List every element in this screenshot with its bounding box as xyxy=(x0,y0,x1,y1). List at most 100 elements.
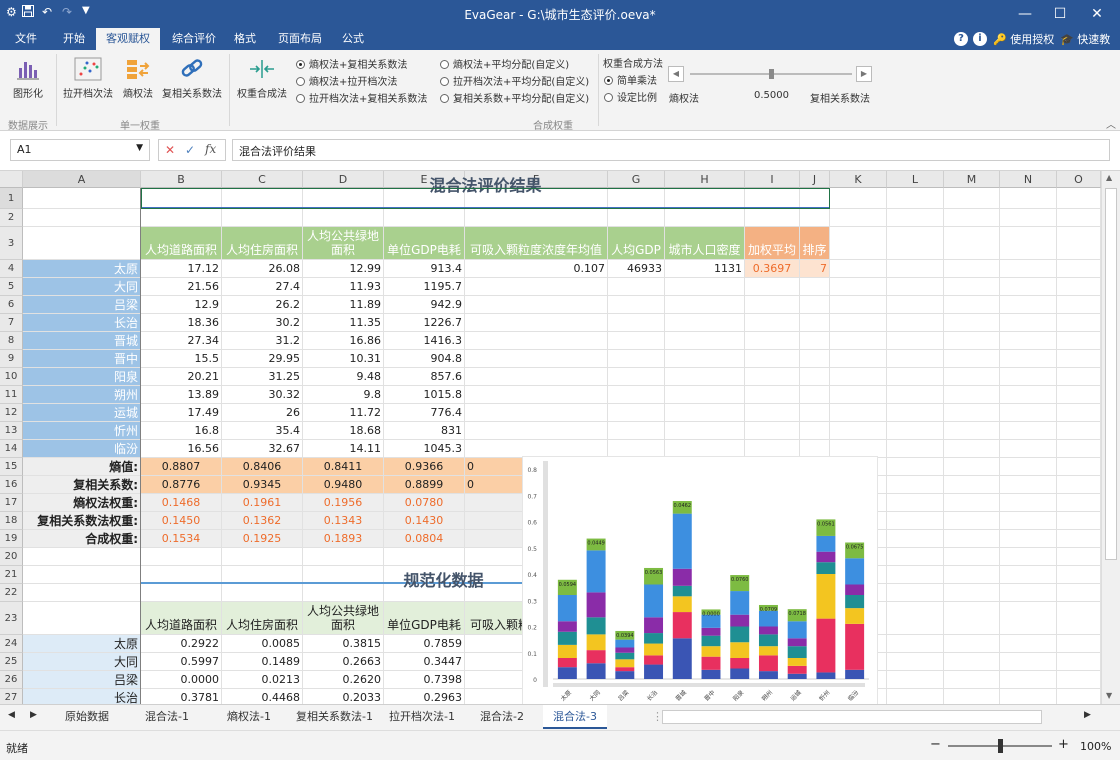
cell[interactable] xyxy=(23,188,141,209)
data-cell[interactable]: 1195.7 xyxy=(384,278,465,296)
slider-thumb[interactable] xyxy=(769,69,774,79)
normalized-value[interactable]: 0.2033 xyxy=(303,689,384,704)
cell[interactable] xyxy=(1000,332,1057,350)
cell[interactable] xyxy=(887,671,944,689)
cell[interactable] xyxy=(745,296,800,314)
stats-label[interactable]: 熵权法权重: xyxy=(23,494,141,512)
sheet-tab-corr-1[interactable]: 复相关系数法-1 xyxy=(286,705,383,729)
cell[interactable] xyxy=(665,296,745,314)
cell[interactable] xyxy=(887,260,944,278)
cell[interactable] xyxy=(745,209,800,227)
tab-formula[interactable]: 公式 xyxy=(332,28,374,50)
cell[interactable] xyxy=(887,689,944,704)
stats-value[interactable]: 0.1961 xyxy=(222,494,303,512)
cell[interactable] xyxy=(23,584,141,602)
cell[interactable] xyxy=(1000,368,1057,386)
cell[interactable] xyxy=(303,209,384,227)
cell[interactable] xyxy=(944,278,1000,296)
cell[interactable] xyxy=(1000,671,1057,689)
cell[interactable] xyxy=(1057,635,1101,653)
data-cell[interactable]: 10.31 xyxy=(303,350,384,368)
cell[interactable] xyxy=(1057,602,1101,635)
cell[interactable] xyxy=(608,332,665,350)
cell[interactable] xyxy=(1057,227,1101,260)
cell[interactable] xyxy=(1057,530,1101,548)
spreadsheet-grid[interactable]: A B C D E F G H I J K L M N O 1 2 3 4 5 6 7 8 9 10 11 12 13 14 15 16 17… xyxy=(0,171,1101,704)
data-cell[interactable]: 11.93 xyxy=(303,278,384,296)
method-set-ratio[interactable]: 设定比例 xyxy=(604,89,657,104)
row-header-7[interactable]: 7 xyxy=(0,314,23,332)
cell[interactable] xyxy=(1057,440,1101,458)
cell[interactable] xyxy=(800,332,830,350)
cancel-icon[interactable]: ✕ xyxy=(165,143,175,157)
prev-sheet-icon[interactable]: ◀ xyxy=(8,710,15,720)
cell[interactable] xyxy=(1057,332,1101,350)
city-name[interactable]: 临汾 xyxy=(23,440,141,458)
data-cell[interactable]: 12.9 xyxy=(141,296,222,314)
row-header-22[interactable]: 22 xyxy=(0,584,23,602)
cell[interactable] xyxy=(1000,386,1057,404)
data-cell[interactable]: 14.11 xyxy=(303,440,384,458)
row-header-17[interactable]: 17 xyxy=(0,494,23,512)
cell[interactable] xyxy=(384,209,465,227)
cell[interactable] xyxy=(887,635,944,653)
cell[interactable] xyxy=(1057,209,1101,227)
cell[interactable] xyxy=(887,332,944,350)
cell[interactable] xyxy=(1000,566,1057,584)
cell[interactable] xyxy=(830,422,887,440)
cell[interactable] xyxy=(944,458,1000,476)
data-cell[interactable]: 776.4 xyxy=(384,404,465,422)
normalized-value[interactable]: 0.2663 xyxy=(303,653,384,671)
cell[interactable] xyxy=(800,296,830,314)
tab-comprehensive-evaluation[interactable]: 综合评价 xyxy=(162,28,226,50)
cell[interactable] xyxy=(944,422,1000,440)
cell[interactable] xyxy=(1057,422,1101,440)
cell[interactable] xyxy=(1057,296,1101,314)
stats-value[interactable]: 0.1362 xyxy=(222,512,303,530)
column-header-label[interactable]: 单位GDP电耗 xyxy=(384,227,465,260)
cell[interactable] xyxy=(800,386,830,404)
cell[interactable] xyxy=(608,350,665,368)
normalized-value[interactable]: 0.5997 xyxy=(141,653,222,671)
row-header-10[interactable]: 10 xyxy=(0,368,23,386)
cell[interactable] xyxy=(1057,566,1101,584)
cell[interactable] xyxy=(1057,404,1101,422)
cell[interactable] xyxy=(1000,635,1057,653)
data-cell[interactable]: 0.107 xyxy=(465,260,608,278)
cell[interactable] xyxy=(944,566,1000,584)
data-cell[interactable]: 26.08 xyxy=(222,260,303,278)
cell[interactable] xyxy=(944,404,1000,422)
stats-value[interactable]: 0.1450 xyxy=(141,512,222,530)
cell[interactable] xyxy=(887,476,944,494)
normalized-value[interactable]: 0.7859 xyxy=(384,635,465,653)
stats-value[interactable]: 0.1893 xyxy=(303,530,384,548)
cell[interactable] xyxy=(944,530,1000,548)
data-cell[interactable]: 904.8 xyxy=(384,350,465,368)
city-name[interactable]: 晋城 xyxy=(23,332,141,350)
row-header-5[interactable]: 5 xyxy=(0,278,23,296)
cell[interactable] xyxy=(1000,188,1057,209)
row-header-16[interactable]: 16 xyxy=(0,476,23,494)
row-header-25[interactable]: 25 xyxy=(0,653,23,671)
cell[interactable] xyxy=(745,404,800,422)
data-cell[interactable]: 27.4 xyxy=(222,278,303,296)
cell[interactable] xyxy=(1057,584,1101,602)
cell[interactable] xyxy=(830,350,887,368)
cell[interactable] xyxy=(944,209,1000,227)
cell[interactable] xyxy=(800,422,830,440)
normalized-value[interactable]: 0.3815 xyxy=(303,635,384,653)
cell[interactable] xyxy=(608,296,665,314)
cell[interactable] xyxy=(830,404,887,422)
cell[interactable] xyxy=(1057,548,1101,566)
cell[interactable] xyxy=(1000,440,1057,458)
slider-left-arrow[interactable]: ◀ xyxy=(668,66,684,82)
cell[interactable] xyxy=(1057,671,1101,689)
normalized-value[interactable]: 0.0085 xyxy=(222,635,303,653)
tab-file[interactable]: 文件 xyxy=(5,28,47,50)
data-cell[interactable]: 20.21 xyxy=(141,368,222,386)
tab-page-layout[interactable]: 页面布局 xyxy=(268,28,332,50)
zoom-in-icon[interactable]: + xyxy=(1058,737,1069,752)
stats-value[interactable]: 0.1925 xyxy=(222,530,303,548)
cell[interactable] xyxy=(800,209,830,227)
stats-value[interactable]: 0.0804 xyxy=(384,530,465,548)
